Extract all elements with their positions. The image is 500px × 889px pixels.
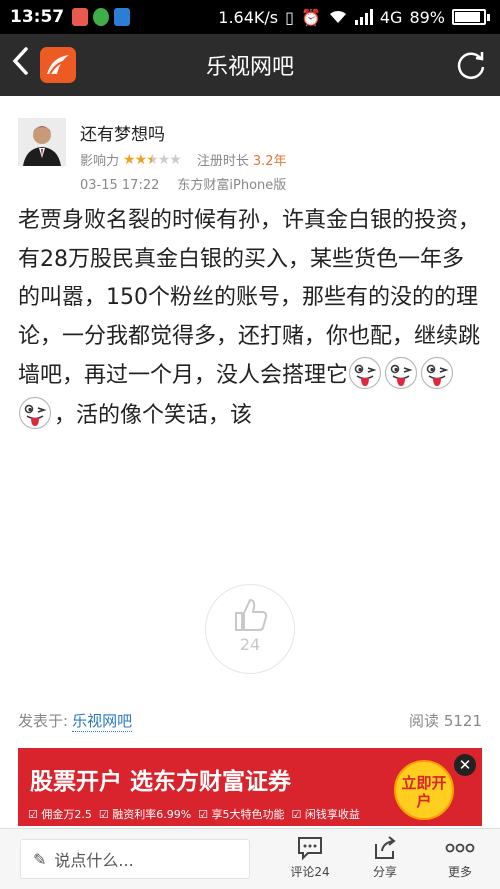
comment-button[interactable]: 评论24 (280, 835, 340, 880)
wechat-notification-icon (93, 8, 110, 26)
influence-stars: ★★★★★ (123, 151, 182, 168)
close-icon: ✕ (458, 756, 472, 774)
ad-feature: ☑ 享5大特色功能 (198, 808, 285, 821)
thumbs-up-icon (235, 599, 268, 631)
share-button[interactable]: 分享 (355, 835, 415, 880)
bar-link[interactable]: 乐视网吧 (72, 710, 133, 732)
ad-feature: ☑ 闲钱享收益 (291, 808, 360, 821)
more-label: 更多 (447, 865, 472, 879)
logo-icon (47, 55, 69, 75)
star-icon: ★ (146, 151, 159, 168)
battery-percent: 89% (409, 7, 445, 27)
app-notification-icon (72, 8, 89, 26)
ad-title: 股票开户 选东方财富证券 (30, 769, 292, 795)
star-icon: ★ (134, 151, 148, 168)
refresh-button[interactable] (454, 48, 488, 82)
post-header: 还有梦想吗 影响力 ★★★★★ 注册时长 3.2年 03-15 17:22 东方财… (18, 116, 488, 196)
back-button[interactable] (0, 46, 40, 84)
tongue-out-emoji-icon (420, 356, 454, 390)
ad-cta-button[interactable]: 立即开户 (394, 760, 454, 820)
bottom-bar: ✎ 说点什么... 评论24 分享 更多 (0, 828, 500, 889)
tongue-out-emoji-icon (348, 356, 382, 390)
tongue-out-emoji-icon (18, 396, 52, 429)
star-icon: ★ (123, 151, 136, 168)
register-value: 3.2年 (252, 154, 287, 169)
status-indicators: 1.64K/s ▯ ⏰ 4G 89% (218, 8, 490, 27)
status-time: 13:57 (10, 7, 65, 27)
network-speed: 1.64K/s (218, 7, 279, 27)
register-label: 注册时长 (196, 154, 249, 169)
like-count: 24 (239, 635, 261, 654)
comment-label: 评论24 (290, 865, 330, 879)
share-label: 分享 (372, 865, 397, 879)
more-icon (445, 843, 475, 853)
post-info-row: 发表于: 乐视网吧 阅读 5121 (18, 710, 482, 732)
reads-value: 5121 (443, 712, 482, 730)
wifi-icon (329, 10, 346, 23)
battery-icon (452, 9, 490, 25)
nav-bar: 乐视网吧 (0, 34, 500, 96)
user-stats: 影响力 ★★★★★ 注册时长 3.2年 (80, 150, 287, 170)
star-icon: ★ (169, 151, 182, 168)
pencil-icon: ✎ (33, 849, 47, 869)
chevron-left-icon (12, 47, 28, 75)
comment-placeholder: 说点什么... (54, 851, 134, 870)
like-button[interactable]: 24 (205, 584, 295, 674)
ad-feature: ☑ 佣金万2.5 (28, 808, 92, 821)
avatar[interactable] (18, 118, 66, 166)
network-type: 4G (379, 7, 403, 27)
ad-feature: ☑ 融资利率6.99% (98, 808, 192, 821)
vibrate-icon: ▯ (285, 7, 294, 27)
download-notification-icon (114, 8, 131, 26)
ad-features: ☑ 佣金万2.5 ☑ 融资利率6.99% ☑ 享5大特色功能 ☑ 闲钱享收益 (28, 806, 367, 822)
post-body: 老贾身败名裂的时候有孙，许真金白银的投资，有28万股民真金白银的买入，某些货色一… (18, 202, 484, 435)
influence-label: 影响力 (80, 154, 120, 169)
share-icon (375, 836, 396, 859)
alarm-icon: ⏰ (300, 7, 321, 27)
posted-in-label: 发表于: (18, 712, 69, 730)
more-button[interactable]: 更多 (430, 835, 490, 880)
post-meta: 03-15 17:22 东方财富iPhone版 (80, 174, 286, 193)
refresh-icon (457, 52, 485, 79)
ad-banner[interactable]: 股票开户 选东方财富证券 ☑ 佣金万2.5 ☑ 融资利率6.99% ☑ 享5大特色功… (18, 748, 482, 826)
star-icon: ★ (157, 151, 171, 168)
username[interactable]: 还有梦想吗 (80, 120, 165, 145)
app-logo[interactable] (40, 47, 76, 83)
comment-input[interactable]: ✎ 说点什么... (20, 839, 250, 879)
reads-label: 阅读 (409, 712, 440, 730)
status-bar: 13:57 1.64K/s ▯ ⏰ 4G 89% (0, 0, 500, 34)
read-count: 阅读 5121 (409, 710, 482, 732)
ad-close-button[interactable]: ✕ (454, 754, 476, 776)
post-body-tail: ，活的像个笑话，该 (54, 402, 253, 428)
tongue-out-emoji-icon (384, 356, 418, 390)
comment-icon (298, 837, 322, 861)
signal-icon (354, 9, 373, 25)
post-time: 03-15 17:22 (80, 178, 160, 193)
post-source: 东方财富iPhone版 (177, 178, 287, 193)
